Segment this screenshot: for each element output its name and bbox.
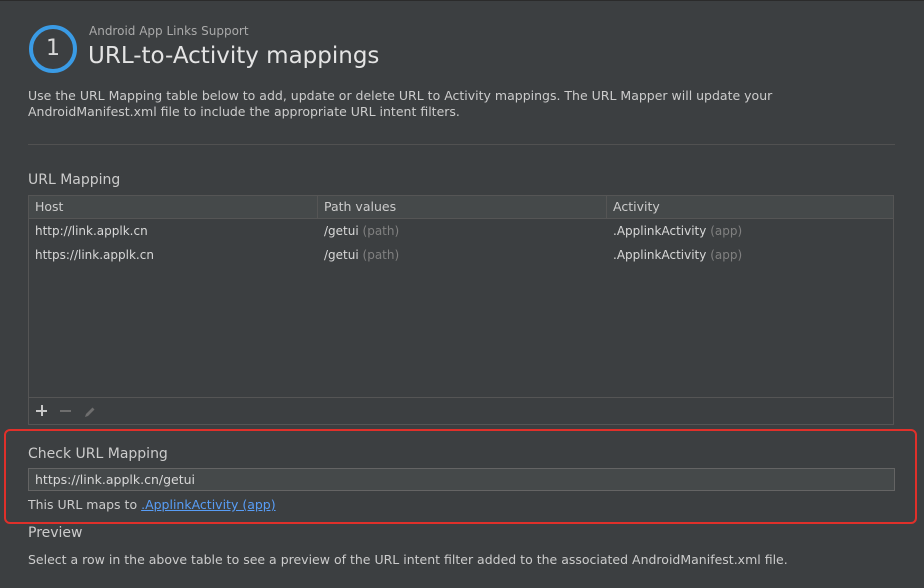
url-mapping-table: Host Path values Activity http://link.ap… [28, 195, 894, 425]
column-header-host[interactable]: Host [29, 196, 318, 218]
path-value: /getui [324, 224, 359, 238]
page-title: URL-to-Activity mappings [88, 43, 380, 69]
preview-description: Select a row in the above table to see a… [28, 552, 788, 567]
pencil-icon[interactable] [83, 404, 97, 418]
activity-cell: .ApplinkActivity (app) [607, 224, 893, 238]
url-maps-prefix: This URL maps to [28, 497, 138, 512]
table-header: Host Path values Activity [29, 196, 893, 219]
window-top-border [0, 0, 924, 1]
check-url-input[interactable] [28, 468, 895, 491]
path-cell: /getui (path) [318, 224, 607, 238]
preview-label: Preview [28, 525, 83, 541]
url-maps-result: This URL maps to .ApplinkActivity (app) [28, 497, 276, 512]
section-divider [28, 144, 895, 145]
table-toolbar [29, 397, 893, 424]
minus-icon[interactable] [59, 404, 73, 418]
activity-name: .ApplinkActivity [613, 224, 707, 238]
column-header-path-values[interactable]: Path values [318, 196, 607, 218]
path-cell: /getui (path) [318, 248, 607, 262]
check-url-mapping-label: Check URL Mapping [28, 446, 168, 462]
page-description: Use the URL Mapping table below to add, … [28, 88, 773, 119]
step-number-badge: 1 [29, 25, 77, 73]
host-cell: http://link.applk.cn [35, 224, 148, 238]
activity-cell: .ApplinkActivity (app) [607, 248, 893, 262]
path-hint: (path) [362, 248, 400, 262]
activity-name: .ApplinkActivity [613, 248, 707, 262]
activity-module: (app) [710, 224, 743, 238]
table-row[interactable]: http://link.applk.cn /getui (path) .Appl… [29, 219, 893, 243]
url-mapping-label: URL Mapping [28, 172, 121, 188]
activity-module: (app) [710, 248, 743, 262]
host-cell: https://link.applk.cn [35, 248, 154, 262]
path-hint: (path) [362, 224, 400, 238]
path-value: /getui [324, 248, 359, 262]
table-row[interactable]: https://link.applk.cn /getui (path) .App… [29, 243, 893, 267]
assistant-subtitle: Android App Links Support [89, 24, 249, 38]
activity-link[interactable]: .ApplinkActivity (app) [141, 497, 276, 512]
column-header-activity[interactable]: Activity [607, 196, 893, 218]
plus-icon[interactable] [35, 404, 49, 418]
